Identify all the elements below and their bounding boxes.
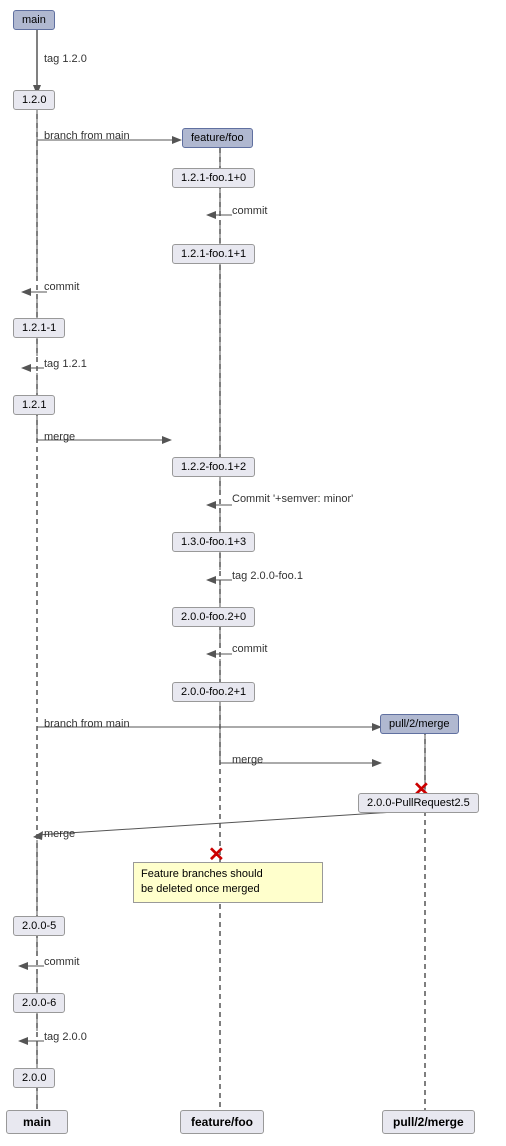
- node-pull-2-merge: pull/2/merge: [380, 714, 459, 734]
- commit-label4: commit: [44, 956, 79, 968]
- tag-1.2.0-label: tag 1.2.0: [44, 53, 87, 65]
- node-v2.0.0-6: 2.0.0-6: [13, 993, 65, 1013]
- node-v1.2.1-foo.1+0: 1.2.1-foo.1+0: [172, 168, 255, 188]
- tag-2.0.0-foo.1-label: tag 2.0.0-foo.1: [232, 570, 303, 582]
- node-main-top: main: [13, 10, 55, 30]
- node-v2.0.0: 2.0.0: [13, 1068, 55, 1088]
- tag-2.0.0-label: tag 2.0.0: [44, 1031, 87, 1043]
- lane-main-bottom: main: [6, 1110, 68, 1134]
- branch-from-main-label1: branch from main: [44, 130, 130, 142]
- node-v1.2.2-foo.1+2: 1.2.2-foo.1+2: [172, 457, 255, 477]
- lane-feature-bottom: feature/foo: [180, 1110, 264, 1134]
- lane-pull-bottom: pull/2/merge: [382, 1110, 475, 1134]
- annotation-box: Feature branches shouldbe deleted once m…: [133, 862, 323, 903]
- commit-label2: commit: [44, 281, 79, 293]
- node-v1.3.0-foo.1+3: 1.3.0-foo.1+3: [172, 532, 255, 552]
- merge-label1: merge: [44, 431, 75, 443]
- merge-label2: merge: [232, 754, 263, 766]
- commit-label1: commit: [232, 205, 267, 217]
- commit-label3: commit: [232, 643, 267, 655]
- node-v1.2.1-foo.1+1: 1.2.1-foo.1+1: [172, 244, 255, 264]
- annotation-text: Feature branches shouldbe deleted once m…: [141, 868, 263, 895]
- tag-1.2.1-label: tag 1.2.1: [44, 358, 87, 370]
- node-v2.0.0-foo.2+1: 2.0.0-foo.2+1: [172, 682, 255, 702]
- node-feature-foo: feature/foo: [182, 128, 253, 148]
- diagram-container: main tag 1.2.0 1.2.0 feature/foo branch …: [0, 0, 506, 1146]
- commit-semver-label: Commit '+semver: minor': [232, 493, 353, 505]
- node-v2.0.0-5: 2.0.0-5: [13, 916, 65, 936]
- node-v2.0.0-foo.2+0: 2.0.0-foo.2+0: [172, 607, 255, 627]
- node-v1.2.0: 1.2.0: [13, 90, 55, 110]
- branch-from-main-label2: branch from main: [44, 718, 130, 730]
- merge-label3: merge: [44, 828, 75, 840]
- node-v1.2.1-1: 1.2.1-1: [13, 318, 65, 338]
- node-v1.2.1: 1.2.1: [13, 395, 55, 415]
- node-v2.0.0-PullRequest2.5: 2.0.0-PullRequest2.5: [358, 793, 479, 813]
